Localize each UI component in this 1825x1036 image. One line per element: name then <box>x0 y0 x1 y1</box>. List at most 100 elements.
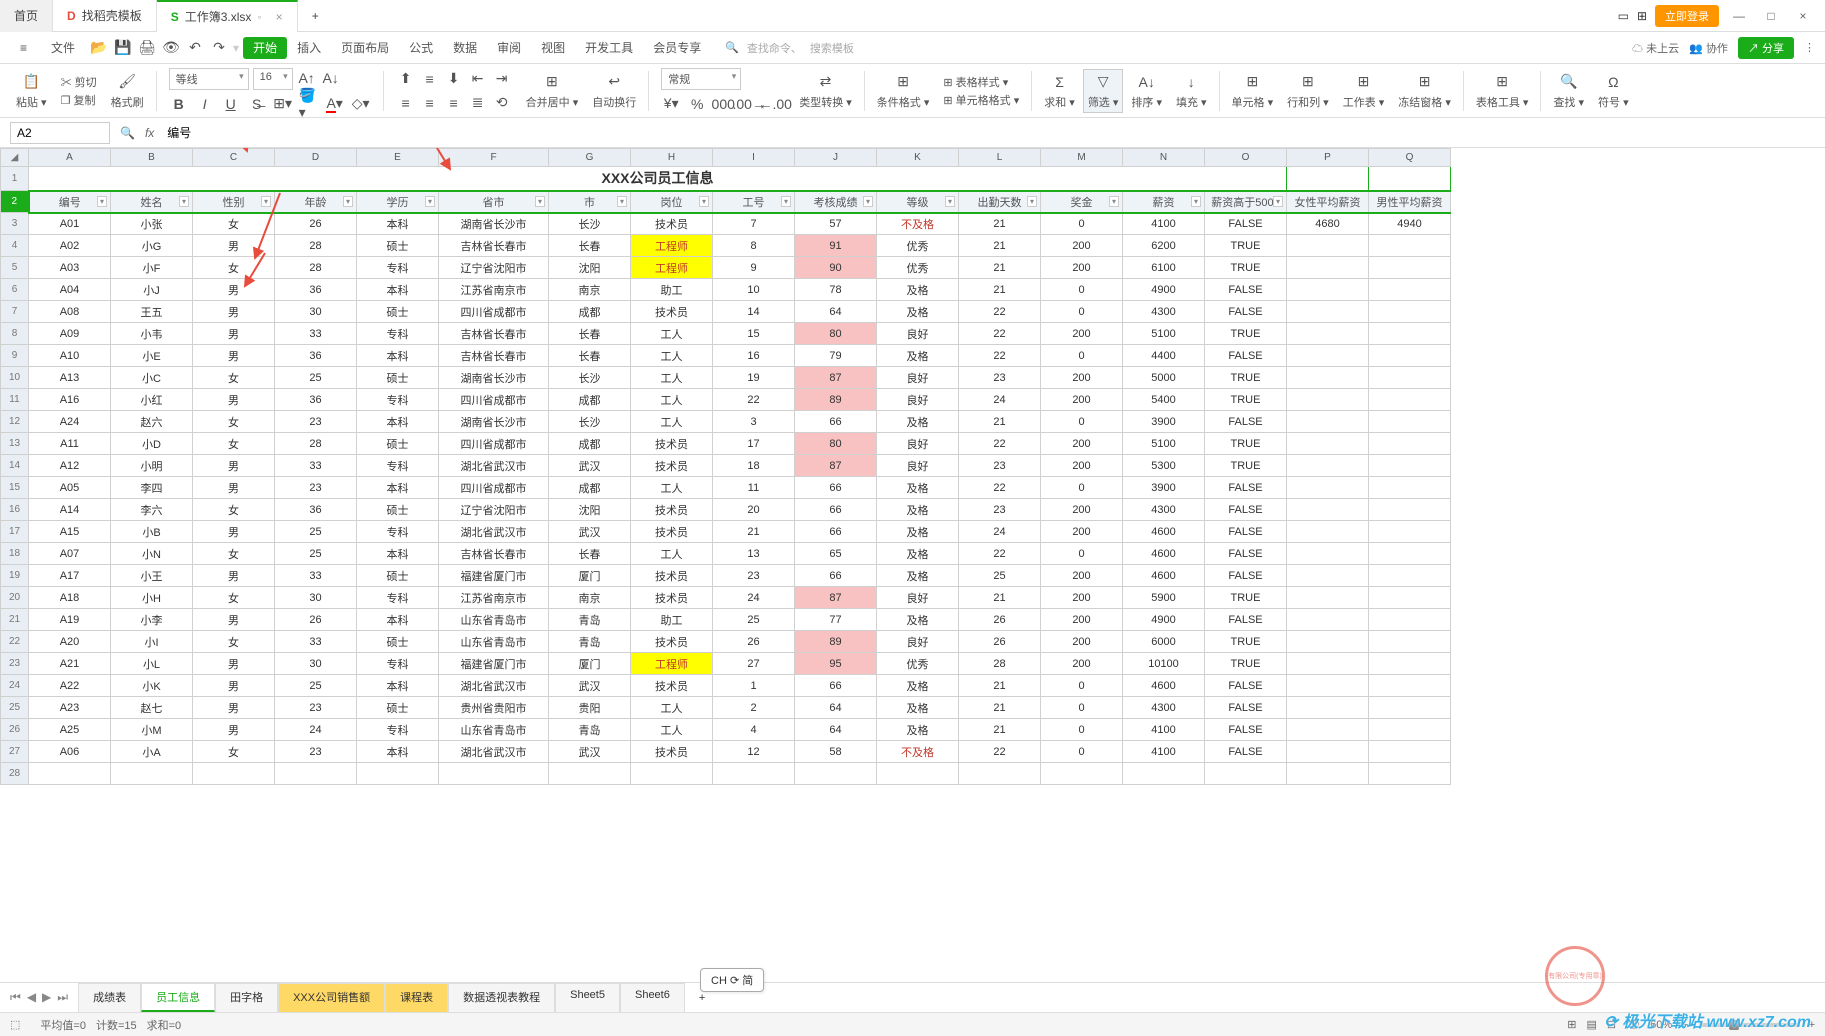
cell[interactable]: 工人 <box>631 477 713 499</box>
cell[interactable]: 26 <box>275 609 357 631</box>
cell[interactable]: 及格 <box>877 543 959 565</box>
cell[interactable]: A04 <box>29 279 111 301</box>
cell[interactable]: 65 <box>795 543 877 565</box>
cell[interactable]: 武汉 <box>549 455 631 477</box>
bold-icon[interactable]: B <box>169 94 189 114</box>
col-L[interactable]: L <box>959 149 1041 167</box>
cell[interactable]: 及格 <box>877 719 959 741</box>
cell[interactable]: 吉林省长春市 <box>439 345 549 367</box>
cell[interactable]: 及格 <box>877 697 959 719</box>
cell[interactable]: 4600 <box>1123 543 1205 565</box>
cell[interactable]: 湖南省长沙市 <box>439 367 549 389</box>
cell[interactable]: 26 <box>959 631 1041 653</box>
cell[interactable]: FALSE <box>1205 345 1287 367</box>
align-just-icon[interactable]: ≣ <box>468 93 488 113</box>
cell[interactable]: 技术员 <box>631 499 713 521</box>
cell[interactable]: 33 <box>275 565 357 587</box>
currency-icon[interactable]: ¥▾ <box>661 94 681 114</box>
cell[interactable]: 工程师 <box>631 653 713 675</box>
cell[interactable]: 22 <box>959 543 1041 565</box>
cell[interactable]: 小张 <box>111 213 193 235</box>
sheet-nav[interactable]: ▶ <box>42 990 51 1005</box>
cell[interactable]: 吉林省长春市 <box>439 235 549 257</box>
cell[interactable]: 及格 <box>877 499 959 521</box>
cell[interactable]: 优秀 <box>877 257 959 279</box>
header-学历[interactable]: 学历 <box>357 191 439 213</box>
cell[interactable]: 23 <box>275 411 357 433</box>
cell[interactable]: 工人 <box>631 389 713 411</box>
row-19[interactable]: 19 <box>1 565 29 587</box>
cell[interactable]: 19 <box>713 367 795 389</box>
cell[interactable]: 成都 <box>549 477 631 499</box>
row-24[interactable]: 24 <box>1 675 29 697</box>
cell[interactable]: 28 <box>275 433 357 455</box>
cell[interactable]: 21 <box>959 675 1041 697</box>
cell[interactable]: 赵六 <box>111 411 193 433</box>
cell[interactable]: 200 <box>1041 433 1123 455</box>
cell[interactable]: 技术员 <box>631 741 713 763</box>
cell[interactable]: 硕士 <box>357 235 439 257</box>
cond-format[interactable]: ⊞条件格式 ▾ <box>871 72 936 110</box>
cell[interactable]: 优秀 <box>877 653 959 675</box>
cell[interactable]: 硕士 <box>357 565 439 587</box>
cell[interactable]: 女 <box>193 213 275 235</box>
row-28[interactable]: 28 <box>1 763 29 785</box>
cell[interactable]: 0 <box>1041 697 1123 719</box>
cell[interactable]: 青岛 <box>549 631 631 653</box>
cell[interactable]: 成都 <box>549 301 631 323</box>
cell[interactable]: 5400 <box>1123 389 1205 411</box>
cell[interactable]: 女 <box>193 257 275 279</box>
cell[interactable]: 及格 <box>877 565 959 587</box>
cell[interactable]: 男 <box>193 653 275 675</box>
filter-button[interactable]: ▽筛选 ▾ <box>1083 69 1124 113</box>
cell[interactable]: 22 <box>959 477 1041 499</box>
cell[interactable]: 36 <box>275 499 357 521</box>
cell[interactable]: TRUE <box>1205 323 1287 345</box>
cell[interactable]: TRUE <box>1205 389 1287 411</box>
fontsize-select[interactable]: 16 <box>253 68 293 90</box>
cell[interactable]: FALSE <box>1205 741 1287 763</box>
sheet-数据透视表教程[interactable]: 数据透视表教程 <box>448 983 555 1012</box>
cell[interactable]: 18 <box>713 455 795 477</box>
menu-视图[interactable]: 视图 <box>531 37 575 59</box>
cell[interactable]: 20 <box>713 499 795 521</box>
align-bot-icon[interactable]: ⬇ <box>444 69 464 89</box>
cell[interactable]: TRUE <box>1205 587 1287 609</box>
cell[interactable]: 200 <box>1041 565 1123 587</box>
sheet-田字格[interactable]: 田字格 <box>215 983 278 1012</box>
row-8[interactable]: 8 <box>1 323 29 345</box>
cell[interactable]: 男 <box>193 235 275 257</box>
cell[interactable]: 0 <box>1041 301 1123 323</box>
print-icon[interactable]: 🖨 <box>137 38 157 58</box>
maximize-icon[interactable]: □ <box>1759 4 1783 28</box>
cell[interactable]: 22 <box>959 741 1041 763</box>
cell[interactable]: 25 <box>275 675 357 697</box>
open-icon[interactable]: 📂 <box>89 38 109 58</box>
cell[interactable]: 12 <box>713 741 795 763</box>
sheet-Sheet5[interactable]: Sheet5 <box>555 983 620 1012</box>
menu-审阅[interactable]: 审阅 <box>487 37 531 59</box>
cell[interactable]: 良好 <box>877 433 959 455</box>
cell[interactable]: 17 <box>713 433 795 455</box>
row-2[interactable]: 2 <box>1 191 29 213</box>
cell[interactable]: A08 <box>29 301 111 323</box>
cell[interactable]: 4400 <box>1123 345 1205 367</box>
cell[interactable]: 23 <box>713 565 795 587</box>
cell[interactable]: 吉林省长春市 <box>439 323 549 345</box>
font-select[interactable]: 等线 <box>169 68 249 90</box>
cell[interactable]: 25 <box>275 367 357 389</box>
menu-icon[interactable]: ≡ <box>10 37 37 59</box>
font-shrink-icon[interactable]: A↓ <box>321 68 341 88</box>
cell[interactable]: A16 <box>29 389 111 411</box>
cell[interactable]: 200 <box>1041 653 1123 675</box>
cell[interactable]: 技术员 <box>631 675 713 697</box>
fill-color-icon[interactable]: 🪣▾ <box>299 94 319 114</box>
cell[interactable]: 小G <box>111 235 193 257</box>
cell[interactable]: 58 <box>795 741 877 763</box>
row-25[interactable]: 25 <box>1 697 29 719</box>
cell[interactable]: 4900 <box>1123 279 1205 301</box>
paste-button[interactable]: 📋粘贴 ▾ <box>10 72 53 110</box>
cell[interactable]: 女 <box>193 587 275 609</box>
col-Q[interactable]: Q <box>1369 149 1451 167</box>
cell[interactable]: 男 <box>193 455 275 477</box>
